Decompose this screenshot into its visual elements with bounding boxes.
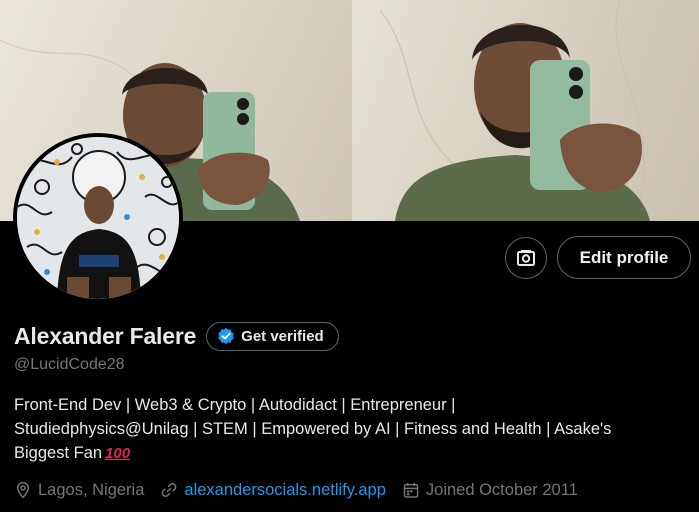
profile-meta: Lagos, Nigeria alexandersocials.netlify.… xyxy=(14,478,594,502)
bio-line: Studiedphysics@Unilag | STEM | Empowered… xyxy=(14,420,612,438)
bio-line: Front-End Dev | Web3 & Crypto | Autodida… xyxy=(14,396,456,414)
verified-badge-icon xyxy=(218,327,234,345)
bio-line-last: Biggest Fan 100 xyxy=(14,441,686,466)
location-text: Lagos, Nigeria xyxy=(38,480,145,499)
bio: Front-End Dev | Web3 & Crypto | Autodida… xyxy=(14,393,686,466)
display-name: Alexander Falere xyxy=(14,322,197,349)
calendar-icon xyxy=(403,483,419,498)
website-link[interactable]: alexandersocials.netlify.app xyxy=(184,481,385,500)
avatar[interactable] xyxy=(13,133,183,303)
user-handle: @LucidCode28 xyxy=(14,356,125,373)
get-verified-button[interactable]: Get verified xyxy=(206,321,339,351)
location-pin-icon xyxy=(16,481,30,499)
camera-switch-icon xyxy=(517,250,535,266)
avatar-photo xyxy=(17,137,179,299)
bio-line: Biggest Fan xyxy=(14,444,103,462)
website-item: alexandersocials.netlify.app xyxy=(160,481,386,500)
name-row: Alexander Falere Get verified xyxy=(14,321,339,351)
location-item: Lagos, Nigeria xyxy=(14,481,144,500)
edit-profile-button[interactable]: Edit profile xyxy=(557,236,691,279)
joined-text: Joined October 2011 xyxy=(425,480,578,499)
banner-action-button[interactable] xyxy=(505,237,547,279)
joined-item: Joined October 2011 xyxy=(402,481,578,500)
link-icon xyxy=(162,483,177,497)
get-verified-label: Get verified xyxy=(241,327,324,345)
hundred-emoji-icon: 100 xyxy=(105,445,131,462)
